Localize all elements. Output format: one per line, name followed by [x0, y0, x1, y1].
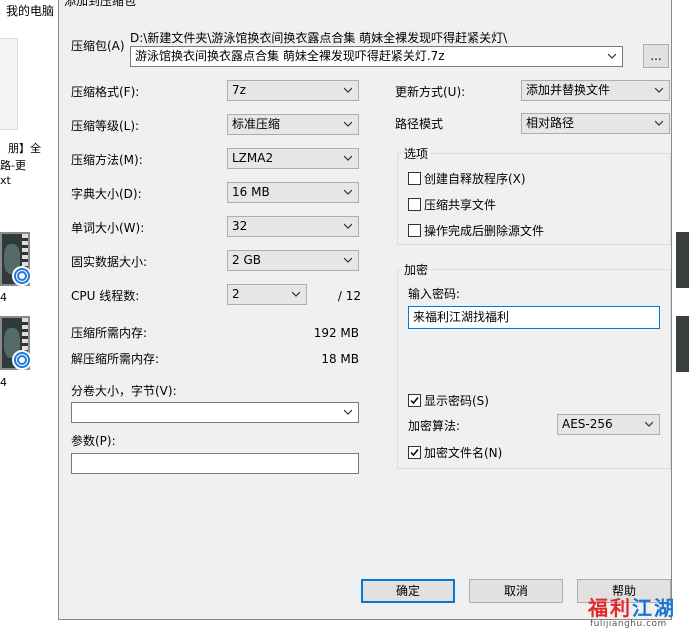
- watermark-logo: 福利江湖 fulijianghu.com: [588, 592, 684, 636]
- compress-shared-checkbox[interactable]: 压缩共享文件: [408, 196, 496, 213]
- show-password-checkbox[interactable]: 显示密码(S): [408, 392, 489, 409]
- video-thumbnail-edge: [676, 232, 689, 288]
- password-input[interactable]: 来福利江湖找福利: [408, 306, 660, 329]
- watermark-domain: fulijianghu.com: [590, 619, 667, 629]
- explorer-title: 我的电脑: [6, 4, 55, 18]
- format-label: 压缩格式(F):: [71, 85, 140, 99]
- path-mode-label: 路径模式: [395, 117, 444, 131]
- format-value: 7z: [232, 83, 246, 97]
- solid-block-value: 2 GB: [232, 253, 261, 267]
- archive-label: 压缩包(A): [71, 39, 125, 53]
- cancel-button[interactable]: 取消: [469, 579, 563, 603]
- password-label: 输入密码:: [408, 287, 461, 301]
- dictionary-value: 16 MB: [232, 185, 270, 199]
- update-mode-value: 添加并替换文件: [526, 83, 611, 97]
- dictionary-select[interactable]: 16 MB: [227, 182, 359, 203]
- watermark-char: 江: [632, 596, 654, 620]
- level-select[interactable]: 标准压缩: [227, 114, 359, 135]
- create-sfx-checkbox[interactable]: 创建自释放程序(X): [408, 170, 526, 187]
- compress-shared-label: 压缩共享文件: [424, 198, 497, 212]
- solid-block-select[interactable]: 2 GB: [227, 250, 359, 271]
- encryption-method-label: 加密算法:: [408, 419, 461, 433]
- cpu-threads-value: 2: [232, 287, 240, 301]
- level-label: 压缩等级(L):: [71, 119, 140, 133]
- chevron-down-icon: [608, 53, 616, 59]
- ok-button[interactable]: 确定: [361, 579, 455, 603]
- parameters-input[interactable]: [71, 453, 359, 474]
- archive-path: D:\新建文件夹\游泳馆换衣间换衣露点合集 萌妹全裸发现吓得赶紧关灯\: [130, 31, 508, 45]
- media-player-icon: [12, 350, 32, 370]
- format-select[interactable]: 7z: [227, 80, 359, 101]
- level-value: 标准压缩: [232, 117, 281, 131]
- watermark-char: 利: [610, 596, 632, 620]
- add-to-archive-dialog: 添加到压缩包 压缩包(A) D:\新建文件夹\游泳馆换衣间换衣露点合集 萌妹全裸…: [58, 0, 672, 620]
- chevron-down-icon: [645, 421, 653, 427]
- encrypt-names-label: 加密文件名(N): [424, 446, 503, 460]
- word-size-value: 32: [232, 219, 248, 233]
- media-player-icon: [12, 266, 32, 286]
- video-name-1: 4: [0, 291, 7, 304]
- dialog-title: 添加到压缩包: [64, 0, 137, 8]
- text-file-icon[interactable]: [0, 38, 18, 130]
- word-size-select[interactable]: 32: [227, 216, 359, 237]
- chevron-down-icon: [292, 291, 300, 297]
- video-thumbnail-edge: [676, 316, 689, 372]
- chevron-down-icon: [655, 87, 663, 93]
- checkbox-checked-icon: [408, 446, 421, 459]
- compress-memory-value: 192 MB: [313, 326, 359, 340]
- file-name-line2: 路-更: [0, 159, 26, 172]
- browse-button[interactable]: ...: [643, 44, 669, 68]
- word-size-label: 单词大小(W):: [71, 221, 145, 235]
- encryption-method-value: AES-256: [562, 417, 613, 431]
- file-name-line1: 朋】全: [8, 142, 41, 155]
- file-name-line3: xt: [0, 174, 11, 187]
- method-label: 压缩方法(M):: [71, 153, 143, 167]
- cpu-threads-label: CPU 线程数:: [71, 289, 140, 303]
- chevron-down-icon: [344, 155, 352, 161]
- watermark-char: 福: [588, 596, 610, 620]
- encryption-method-select[interactable]: AES-256: [557, 414, 660, 435]
- parameters-label: 参数(P):: [71, 434, 116, 448]
- decompress-memory-label: 解压缩所需内存:: [71, 352, 160, 366]
- cpu-threads-select[interactable]: 2: [227, 284, 307, 305]
- watermark-char: 湖: [654, 596, 676, 620]
- archive-filename-value: 游泳馆换衣间换衣露点合集 萌妹全裸发现吓得赶紧关灯.7z: [135, 49, 445, 63]
- delete-after-label: 操作完成后删除源文件: [424, 224, 545, 238]
- path-mode-value: 相对路径: [526, 116, 575, 130]
- checkbox-unchecked-icon: [408, 172, 421, 185]
- show-password-label: 显示密码(S): [424, 394, 489, 408]
- update-mode-select[interactable]: 添加并替换文件: [521, 80, 670, 101]
- dictionary-label: 字典大小(D):: [71, 187, 142, 201]
- compress-memory-label: 压缩所需内存:: [71, 326, 148, 340]
- options-group-title: 选项: [402, 146, 431, 162]
- chevron-down-icon: [344, 189, 352, 195]
- checkbox-checked-icon: [408, 394, 421, 407]
- create-sfx-label: 创建自释放程序(X): [424, 172, 526, 186]
- video-name-2: 4: [0, 376, 7, 389]
- checkbox-unchecked-icon: [408, 224, 421, 237]
- encrypt-names-checkbox[interactable]: 加密文件名(N): [408, 444, 502, 461]
- split-volume-label: 分卷大小，字节(V):: [71, 384, 177, 398]
- path-mode-select[interactable]: 相对路径: [521, 113, 670, 134]
- checkbox-unchecked-icon: [408, 198, 421, 211]
- split-volume-combobox[interactable]: [71, 402, 359, 423]
- solid-block-label: 固实数据大小:: [71, 255, 148, 269]
- explorer-background: 我的电脑 朋】全 路-更 xt 4 4: [0, 0, 58, 639]
- decompress-memory-value: 18 MB: [321, 352, 359, 366]
- chevron-down-icon: [344, 409, 352, 415]
- chevron-down-icon: [344, 257, 352, 263]
- delete-after-checkbox[interactable]: 操作完成后删除源文件: [408, 222, 544, 239]
- encryption-group-title: 加密: [402, 262, 431, 278]
- method-value: LZMA2: [232, 151, 274, 165]
- cpu-threads-total: / 12: [337, 289, 361, 303]
- method-select[interactable]: LZMA2: [227, 148, 359, 169]
- update-mode-label: 更新方式(U):: [395, 85, 466, 99]
- chevron-down-icon: [344, 87, 352, 93]
- chevron-down-icon: [655, 120, 663, 126]
- archive-filename-combobox[interactable]: 游泳馆换衣间换衣露点合集 萌妹全裸发现吓得赶紧关灯.7z: [130, 46, 623, 67]
- watermark-chars: 福利江湖: [588, 592, 676, 621]
- chevron-down-icon: [344, 223, 352, 229]
- chevron-down-icon: [344, 121, 352, 127]
